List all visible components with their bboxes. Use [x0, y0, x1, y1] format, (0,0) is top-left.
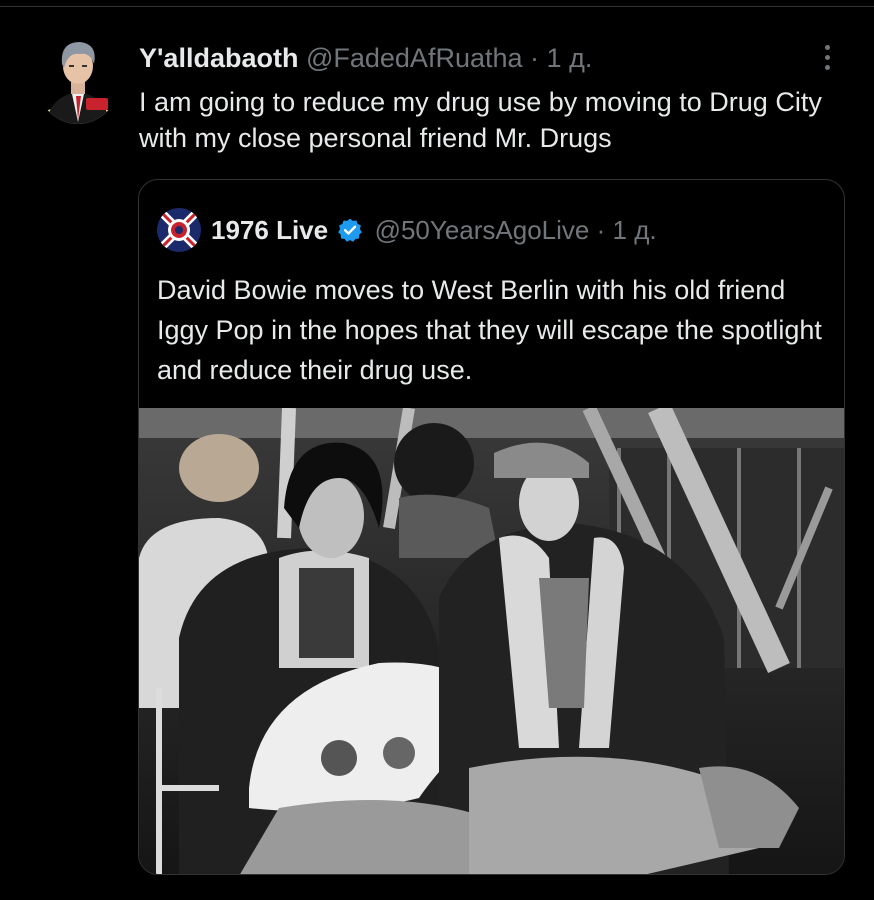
- quoted-author-name[interactable]: 1976 Live: [211, 215, 328, 245]
- author-name[interactable]: Y'alldabaoth: [139, 43, 298, 73]
- verified-badge-icon: [337, 217, 363, 243]
- quoted-author-handle[interactable]: @50YearsAgoLive: [375, 215, 590, 245]
- quoted-tweet-photo[interactable]: [139, 408, 844, 874]
- more-options-button[interactable]: [818, 40, 838, 76]
- quoted-author-avatar[interactable]: [157, 208, 201, 252]
- tweet-text: I am going to reduce my drug use by movi…: [139, 87, 822, 153]
- author-avatar[interactable]: [36, 34, 120, 124]
- quoted-tweet[interactable]: 1976 Live @50YearsAgoLive · 1 д. David B…: [138, 179, 845, 875]
- quoted-tweet-timestamp[interactable]: 1 д.: [613, 215, 657, 245]
- separator-dot: ·: [530, 43, 540, 73]
- author-handle[interactable]: @FadedAfRuatha: [306, 43, 523, 73]
- tweet-header: Y'alldabaoth @FadedAfRuatha · 1 д.: [139, 40, 592, 76]
- quoted-tweet-header: 1976 Live @50YearsAgoLive · 1 д.: [211, 213, 657, 247]
- quoted-tweet-text: David Bowie moves to West Berlin with hi…: [157, 275, 822, 385]
- quoted-separator-dot: ·: [596, 215, 606, 245]
- tweet[interactable]: Y'alldabaoth @FadedAfRuatha · 1 д. I am …: [0, 0, 874, 900]
- tweet-timestamp[interactable]: 1 д.: [547, 43, 593, 73]
